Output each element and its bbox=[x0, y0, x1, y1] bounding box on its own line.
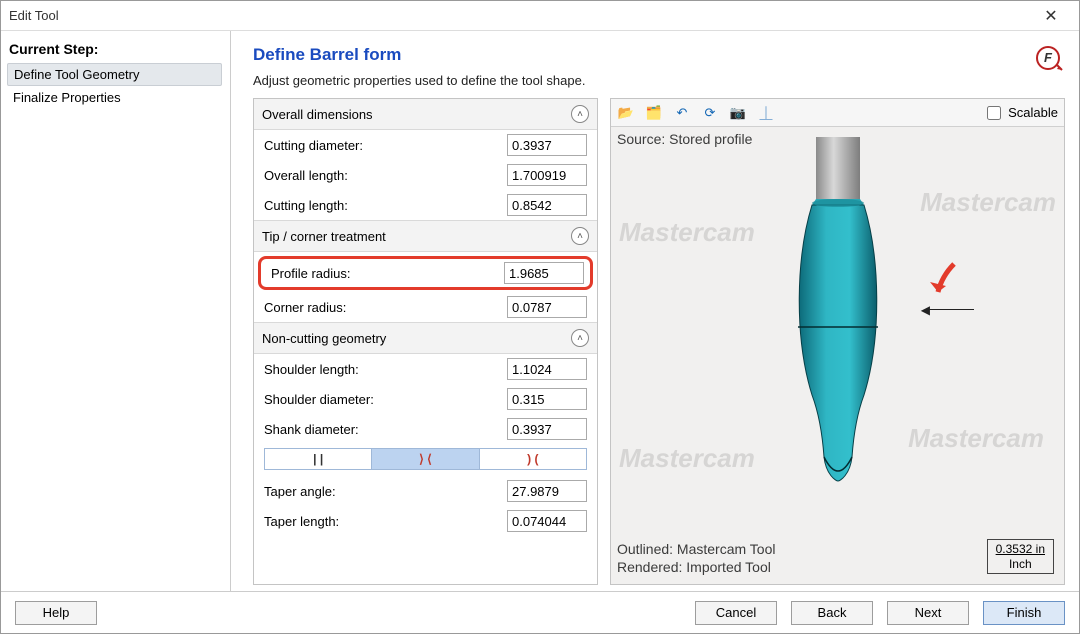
preview-panel: 📂 🗂️ ↶ ⟳ 📷 ⏊ Scalable Source: Store bbox=[610, 98, 1065, 585]
refresh-icon[interactable]: ⟳ bbox=[701, 104, 719, 122]
page-description: Adjust geometric properties used to defi… bbox=[253, 73, 1065, 88]
duplicate-icon[interactable]: 🗂️ bbox=[645, 104, 663, 122]
sidebar-heading: Current Step: bbox=[9, 41, 222, 57]
label-taper-angle: Taper angle: bbox=[264, 484, 507, 499]
window-title: Edit Tool bbox=[9, 8, 59, 23]
input-shoulder-length[interactable] bbox=[507, 358, 587, 380]
input-taper-angle[interactable] bbox=[507, 480, 587, 502]
label-shank-diameter: Shank diameter: bbox=[264, 422, 507, 437]
input-overall-length[interactable] bbox=[507, 164, 587, 186]
dialog-footer: Help Cancel Back Next Finish bbox=[1, 591, 1079, 633]
feature-badge-icon: F bbox=[1035, 45, 1063, 76]
finish-button[interactable]: Finish bbox=[983, 601, 1065, 625]
preview-toolbar: 📂 🗂️ ↶ ⟳ 📷 ⏊ Scalable bbox=[611, 99, 1064, 127]
dimension-line bbox=[926, 309, 974, 310]
properties-panel: Overall dimensions ˄ Cutting diameter: O… bbox=[253, 98, 598, 585]
chevron-up-icon[interactable]: ˄ bbox=[571, 227, 589, 245]
watermark: Mastercam bbox=[908, 423, 1044, 454]
input-profile-radius[interactable] bbox=[504, 262, 584, 284]
wizard-sidebar: Current Step: Define Tool Geometry Final… bbox=[1, 31, 231, 591]
outline-labels: Outlined: Mastercam Tool Rendered: Impor… bbox=[617, 540, 775, 576]
cancel-button[interactable]: Cancel bbox=[695, 601, 777, 625]
input-cutting-diameter[interactable] bbox=[507, 134, 587, 156]
tool-render bbox=[768, 137, 908, 537]
seg-straight[interactable]: | | bbox=[265, 449, 372, 469]
undo-icon[interactable]: ↶ bbox=[673, 104, 691, 122]
highlight-profile-radius: Profile radius: bbox=[258, 256, 593, 290]
label-overall-length: Overall length: bbox=[264, 168, 507, 183]
section-overall-dimensions[interactable]: Overall dimensions ˄ bbox=[254, 99, 597, 130]
annotation-arrow-icon bbox=[924, 262, 964, 306]
shank-type-segmented[interactable]: | | ⟩ ⟨ ) ( bbox=[264, 448, 587, 470]
input-cutting-length[interactable] bbox=[507, 194, 587, 216]
dimension-arrow-icon: ◀ bbox=[921, 303, 930, 317]
watermark: Mastercam bbox=[619, 217, 755, 248]
seg-taper[interactable]: ⟩ ⟨ bbox=[372, 449, 479, 469]
input-taper-length[interactable] bbox=[507, 510, 587, 532]
titlebar: Edit Tool ✕ bbox=[1, 1, 1079, 31]
watermark: Mastercam bbox=[920, 187, 1056, 218]
camera-icon[interactable]: 📷 bbox=[729, 104, 747, 122]
preview-viewport[interactable]: Source: Stored profile Mastercam Masterc… bbox=[611, 127, 1064, 584]
chevron-up-icon[interactable]: ˄ bbox=[571, 329, 589, 347]
section-tip-corner[interactable]: Tip / corner treatment ˄ bbox=[254, 220, 597, 252]
step-finalize-properties[interactable]: Finalize Properties bbox=[7, 87, 222, 108]
label-profile-radius: Profile radius: bbox=[267, 266, 504, 281]
label-cutting-length: Cutting length: bbox=[264, 198, 507, 213]
scale-ruler: 0.3532 in Inch bbox=[987, 539, 1054, 574]
chevron-up-icon[interactable]: ˄ bbox=[571, 105, 589, 123]
next-button[interactable]: Next bbox=[887, 601, 969, 625]
step-define-geometry[interactable]: Define Tool Geometry bbox=[7, 63, 222, 86]
svg-text:F: F bbox=[1044, 50, 1053, 65]
properties-scroll[interactable]: Overall dimensions ˄ Cutting diameter: O… bbox=[254, 99, 597, 584]
watermark: Mastercam bbox=[619, 443, 755, 474]
label-taper-length: Taper length: bbox=[264, 514, 507, 529]
input-shank-diameter[interactable] bbox=[507, 418, 587, 440]
label-corner-radius: Corner radius: bbox=[264, 300, 507, 315]
input-corner-radius[interactable] bbox=[507, 296, 587, 318]
open-icon[interactable]: 📂 bbox=[617, 104, 635, 122]
label-shoulder-diameter: Shoulder diameter: bbox=[264, 392, 507, 407]
axis-icon[interactable]: ⏊ bbox=[757, 104, 775, 122]
edit-tool-dialog: Edit Tool ✕ Current Step: Define Tool Ge… bbox=[0, 0, 1080, 634]
source-label: Source: Stored profile bbox=[617, 131, 752, 147]
help-button[interactable]: Help bbox=[15, 601, 97, 625]
input-shoulder-diameter[interactable] bbox=[507, 388, 587, 410]
section-non-cutting[interactable]: Non-cutting geometry ˄ bbox=[254, 322, 597, 354]
scalable-checkbox[interactable]: Scalable bbox=[983, 103, 1058, 123]
page-title: Define Barrel form bbox=[253, 45, 1065, 65]
close-icon[interactable]: ✕ bbox=[1031, 1, 1071, 31]
back-button[interactable]: Back bbox=[791, 601, 873, 625]
seg-step[interactable]: ) ( bbox=[480, 449, 586, 469]
scalable-input[interactable] bbox=[987, 106, 1001, 120]
label-shoulder-length: Shoulder length: bbox=[264, 362, 507, 377]
label-cutting-diameter: Cutting diameter: bbox=[264, 138, 507, 153]
